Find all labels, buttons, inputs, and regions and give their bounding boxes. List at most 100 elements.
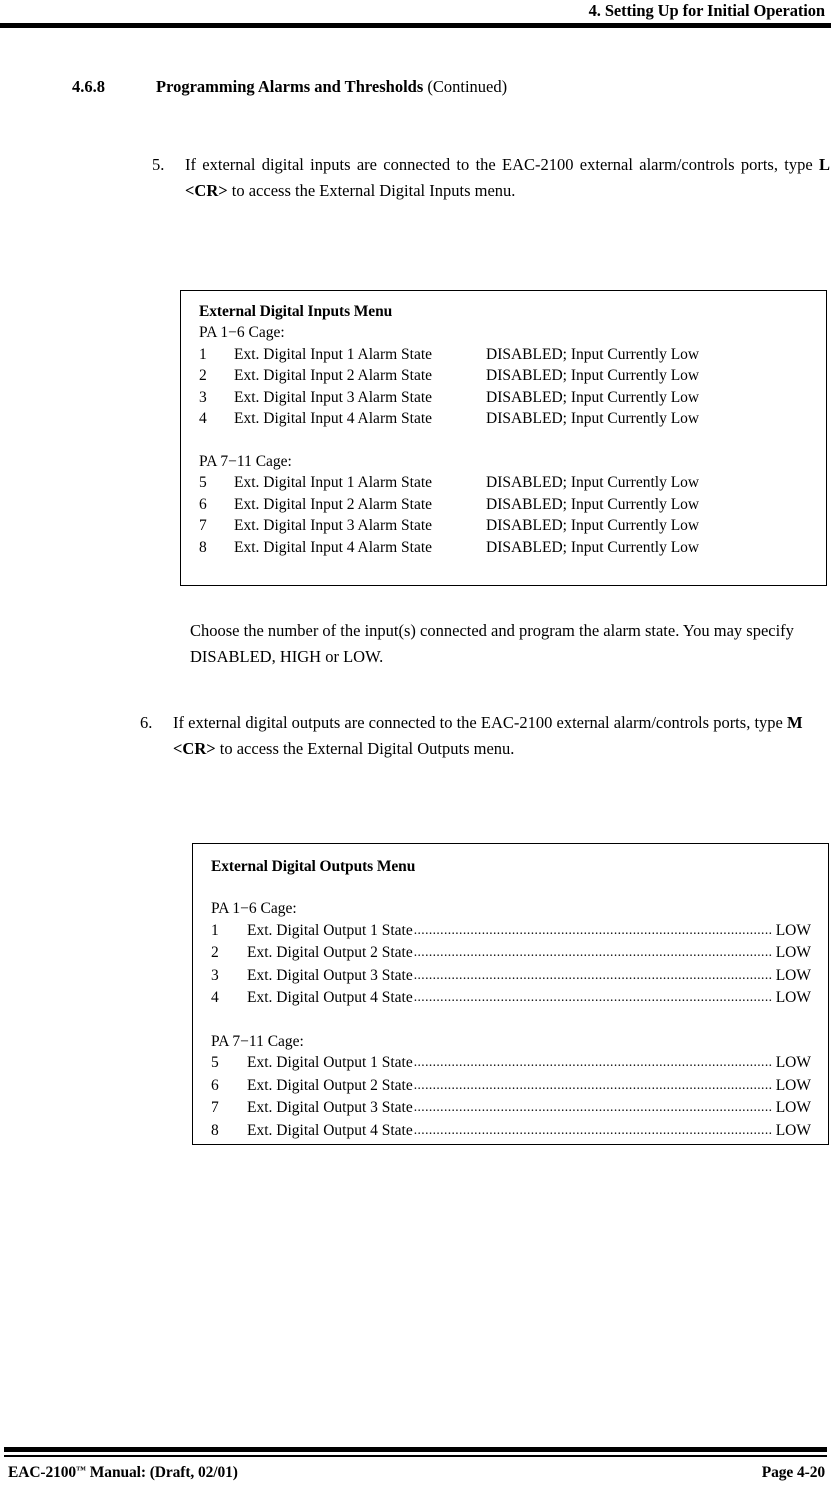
inputs-menu-row[interactable]: 1 Ext. Digital Input 1 Alarm State DISAB… (199, 344, 826, 366)
row-value: LOW (775, 1121, 811, 1139)
row-index: 7 (211, 1099, 219, 1116)
row-index: 6 (211, 1076, 219, 1094)
row-label: Ext. Digital Input 2 Alarm State (234, 367, 433, 384)
outputs-group-2-label: PA 7−11 Cage: (211, 1032, 304, 1050)
inputs-menu-row[interactable]: 6 Ext. Digital Input 2 Alarm State DISAB… (199, 494, 826, 516)
inputs-menu-row[interactable]: 8 Ext. Digital Input 4 Alarm State DISAB… (199, 537, 826, 559)
row-value: LOW (775, 989, 811, 1006)
outputs-menu-row[interactable]: 8 Ext. Digital Output 4 State LOW (211, 1120, 811, 1143)
outputs-menu-row[interactable]: 7 Ext. Digital Output 3 State LOW (211, 1097, 811, 1120)
inputs-menu-row[interactable]: 2 Ext. Digital Input 2 Alarm State DISAB… (199, 365, 826, 387)
row-index: 1 (199, 345, 207, 363)
row-index: 5 (199, 474, 207, 491)
step-item-5: 5. If external digital inputs are connec… (152, 152, 830, 203)
row-label: Ext. Digital Output 3 State (247, 966, 413, 984)
section-continued: (Continued) (427, 77, 508, 96)
row-index: 2 (211, 944, 219, 961)
step-6-number: 6. (140, 713, 153, 732)
row-value: LOW (775, 944, 811, 961)
dot-leader (414, 1096, 773, 1119)
row-label: Ext. Digital Output 1 State (247, 1054, 413, 1071)
row-index: 2 (199, 367, 207, 384)
row-label: Ext. Digital Input 3 Alarm State (234, 388, 433, 406)
inputs-group-2-label: PA 7−11 Cage: (199, 452, 292, 470)
row-label: Ext. Digital Output 4 State (247, 989, 413, 1006)
row-label: Ext. Digital Output 4 State (247, 1121, 413, 1139)
footer-row: EAC-2100™ Manual: (Draft, 02/01) Page 4-… (0, 1457, 831, 1494)
external-digital-outputs-menu-box: External Digital Outputs Menu PA 1−6 Cag… (192, 843, 829, 1145)
row-value: LOW (775, 921, 811, 939)
inputs-menu-row[interactable]: 4 Ext. Digital Input 4 Alarm State DISAB… (199, 408, 826, 430)
dot-leader (414, 1119, 773, 1142)
inputs-menu-group-spacer (199, 430, 826, 451)
row-label: Ext. Digital Output 2 State (247, 944, 413, 961)
external-digital-inputs-menu-box: External Digital Inputs Menu PA 1−6 Cage… (180, 290, 827, 586)
step-6-text-before: If external digital outputs are connecte… (173, 713, 787, 732)
row-label: Ext. Digital Output 2 State (247, 1076, 413, 1094)
row-value: LOW (775, 1099, 811, 1116)
row-index: 6 (199, 495, 207, 513)
row-index: 8 (199, 538, 207, 556)
inputs-menu-row[interactable]: 7 Ext. Digital Input 3 Alarm State DISAB… (199, 515, 826, 537)
row-value: DISABLED; Input Currently Low (486, 517, 700, 534)
step-5-number: 5. (152, 155, 165, 174)
section-heading: 4.6.8 Programming Alarms and Thresholds (… (72, 76, 507, 98)
footer-page-number: Page 4-20 (761, 1464, 825, 1481)
page-header: 4. Setting Up for Initial Operation (0, 0, 831, 28)
step-item-6: 6. If external digital outputs are conne… (140, 710, 830, 761)
page-footer: EAC-2100™ Manual: (Draft, 02/01) Page 4-… (0, 1445, 831, 1494)
row-value: DISABLED; Input Currently Low (486, 388, 700, 406)
inputs-menu-row[interactable]: 5 Ext. Digital Input 1 Alarm State DISAB… (199, 472, 826, 494)
row-value: LOW (775, 1054, 811, 1071)
row-index: 7 (199, 517, 207, 534)
row-index: 8 (211, 1121, 219, 1139)
dot-leader (414, 986, 773, 1009)
row-value: DISABLED; Input Currently Low (486, 495, 700, 513)
row-value: DISABLED; Input Currently Low (486, 474, 700, 491)
footer-rules (0, 1447, 831, 1457)
outputs-menu-row[interactable]: 2 Ext. Digital Output 2 State LOW (211, 942, 811, 965)
row-value: LOW (775, 1076, 811, 1094)
section-title: Programming Alarms and Thresholds (156, 77, 424, 96)
footer-manual-label: EAC-2100™ Manual: (Draft, 02/01) (8, 1464, 238, 1482)
outputs-menu-row[interactable]: 6 Ext. Digital Output 2 State LOW (211, 1075, 811, 1098)
row-label: Ext. Digital Input 3 Alarm State (234, 517, 433, 534)
dot-leader (414, 1051, 773, 1074)
row-value: DISABLED; Input Currently Low (486, 367, 700, 384)
row-value: DISABLED; Input Currently Low (486, 345, 700, 363)
outputs-menu-group-spacer (211, 1010, 828, 1031)
dot-leader (414, 964, 773, 987)
row-value: DISABLED; Input Currently Low (486, 538, 700, 556)
row-label: Ext. Digital Input 4 Alarm State (234, 410, 433, 427)
row-label: Ext. Digital Input 1 Alarm State (234, 474, 433, 491)
dot-leader (414, 919, 773, 942)
outputs-menu-row[interactable]: 3 Ext. Digital Output 3 State LOW (211, 965, 811, 988)
dot-leader (414, 941, 773, 964)
page-header-title: 4. Setting Up for Initial Operation (588, 1, 825, 20)
outputs-menu-row[interactable]: 5 Ext. Digital Output 1 State LOW (211, 1052, 811, 1075)
row-index: 3 (199, 388, 207, 406)
outputs-menu-title-spacer (211, 877, 828, 898)
row-index: 3 (211, 966, 219, 984)
step-5-text-before: If external digital inputs are connected… (185, 155, 819, 174)
outputs-menu-row[interactable]: 4 Ext. Digital Output 4 State LOW (211, 987, 811, 1010)
row-label: Ext. Digital Input 4 Alarm State (234, 538, 433, 556)
footer-manual-prefix: EAC-2100 (8, 1464, 77, 1481)
footer-rule-thick (4, 1447, 827, 1452)
inputs-group-1-label: PA 1−6 Cage: (199, 324, 285, 341)
inputs-menu-title: External Digital Inputs Menu (199, 303, 393, 320)
row-label: Ext. Digital Input 2 Alarm State (234, 495, 433, 513)
step-6-text: If external digital outputs are connecte… (173, 710, 830, 761)
row-label: Ext. Digital Output 1 State (247, 921, 413, 939)
outputs-menu-title: External Digital Outputs Menu (211, 858, 416, 875)
step-6-text-after: to access the External Digital Outputs m… (215, 738, 515, 758)
row-value: DISABLED; Input Currently Low (486, 410, 700, 427)
step-5-text-after: to access the External Digital Inputs me… (227, 180, 516, 200)
inputs-menu-row[interactable]: 3 Ext. Digital Input 3 Alarm State DISAB… (199, 387, 826, 409)
row-label: Ext. Digital Output 3 State (247, 1099, 413, 1116)
dot-leader (414, 1074, 773, 1097)
row-index: 4 (211, 989, 219, 1006)
row-index: 5 (211, 1054, 219, 1071)
outputs-menu-row[interactable]: 1 Ext. Digital Output 1 State LOW (211, 920, 811, 943)
row-value: LOW (775, 966, 811, 984)
